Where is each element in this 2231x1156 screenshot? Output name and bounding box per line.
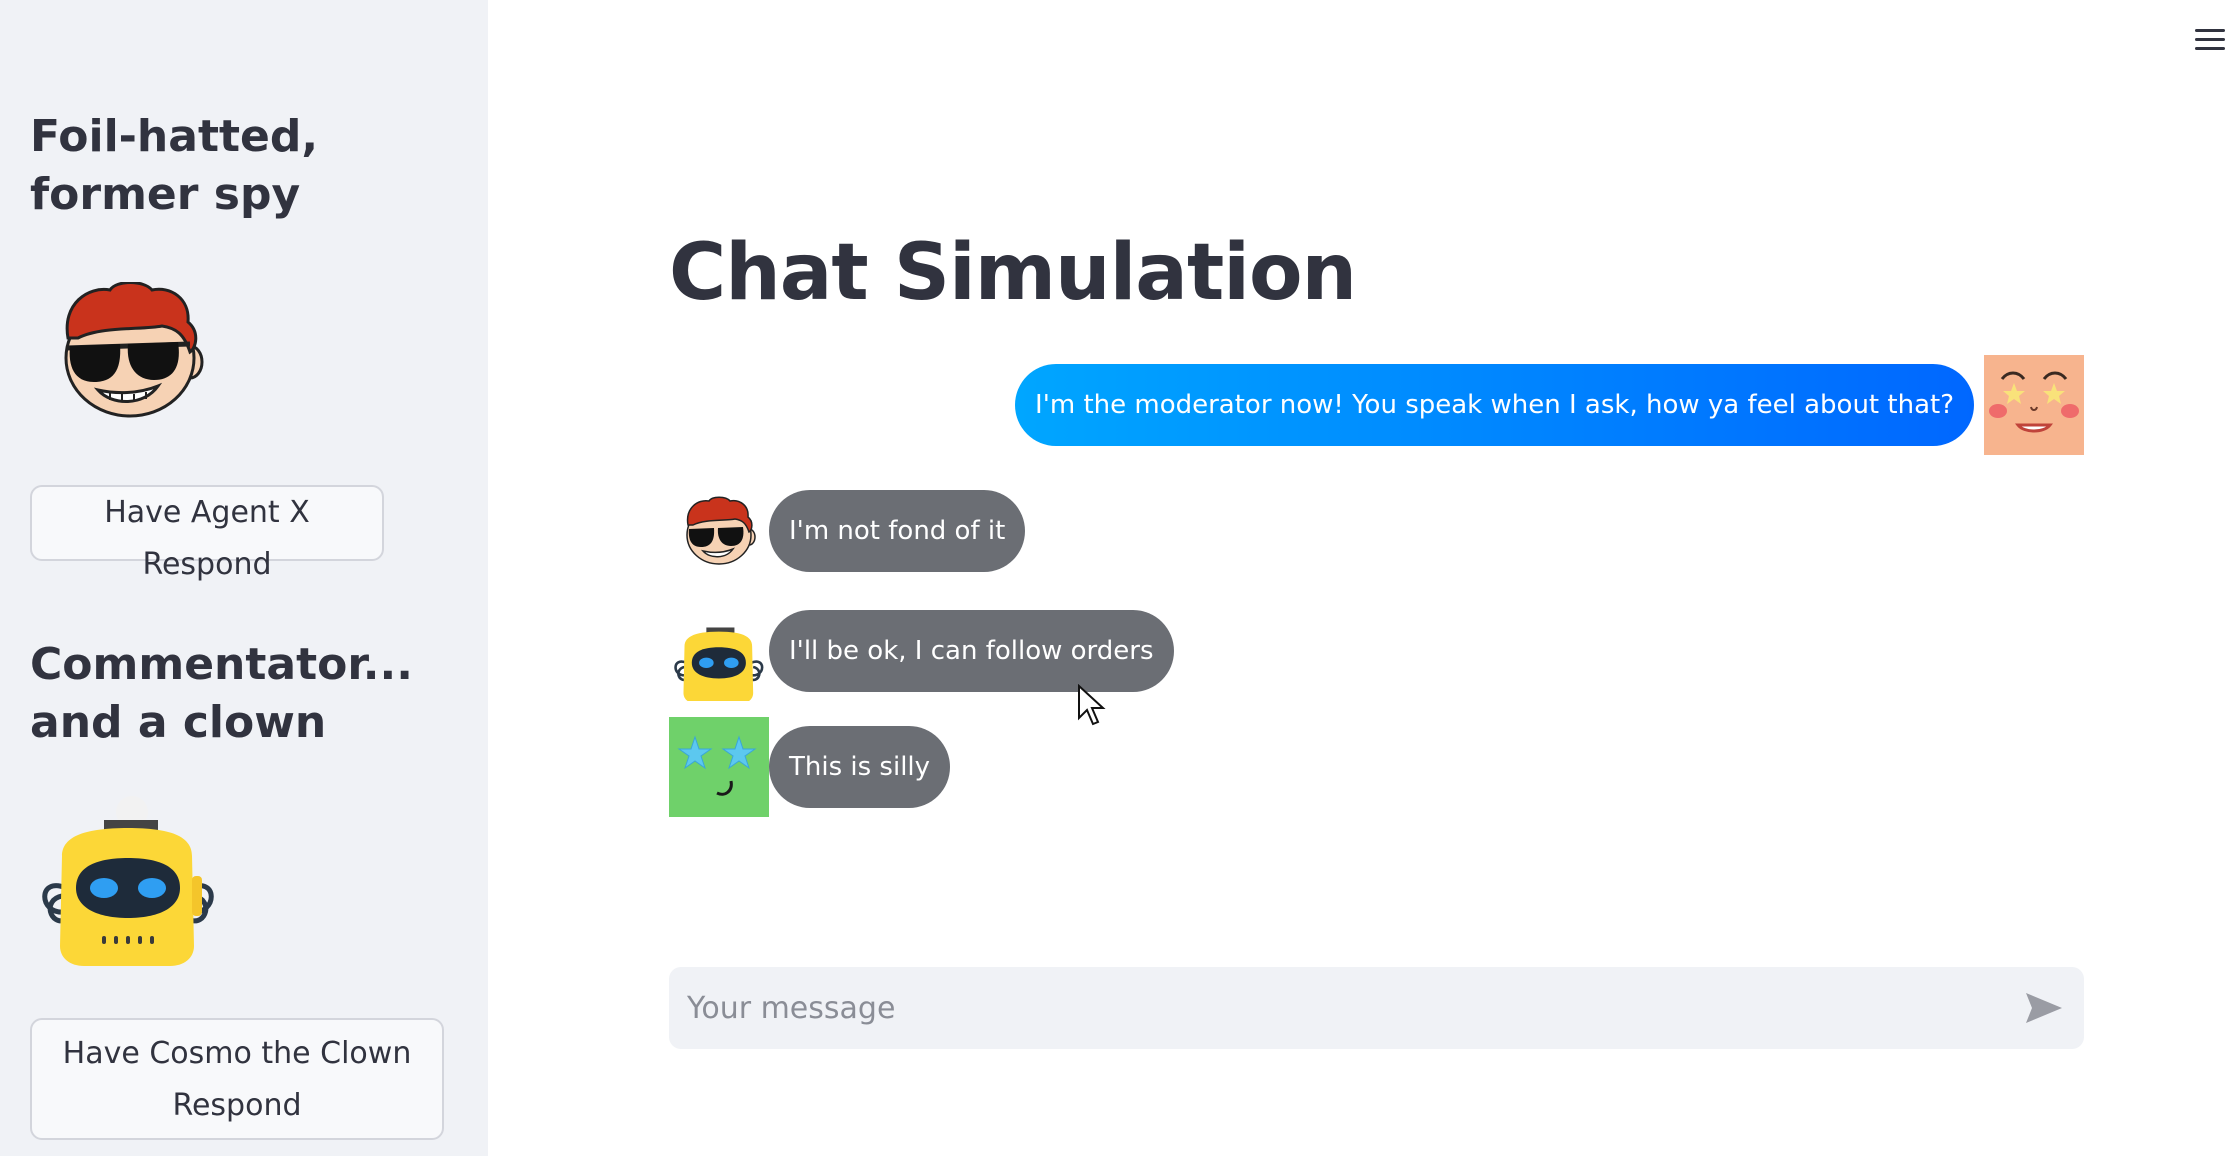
hamburger-menu-icon[interactable] <box>2195 22 2229 56</box>
chat-input-container[interactable] <box>669 967 2084 1049</box>
cosmo-clown-respond-button[interactable]: Have Cosmo the Clown Respond <box>30 1018 444 1140</box>
message-bubble: I'll be ok, I can follow orders <box>769 610 1174 692</box>
green-star-eyes-avatar-icon <box>669 717 769 817</box>
agent-2-title: Commentator... and a clown <box>30 639 413 748</box>
mouse-cursor-icon <box>1077 683 1107 733</box>
agent-1-title: Foil-hatted, former spy <box>30 111 319 220</box>
yellow-robot-avatar-icon <box>36 796 220 973</box>
message-input[interactable] <box>687 990 2022 1026</box>
agent-x-respond-button[interactable]: Have Agent X Respond <box>30 485 384 582</box>
spy-sunglasses-avatar-icon <box>669 481 769 581</box>
yellow-robot-avatar-icon <box>669 601 769 704</box>
message-bubble: I'm the moderator now! You speak when I … <box>1015 364 1974 446</box>
chat-message-agent: I'm not fond of it <box>669 481 1026 581</box>
message-bubble: I'm not fond of it <box>769 490 1026 572</box>
sidebar: Foil-hatted, former spy Have Agent X Res… <box>0 0 488 1156</box>
chat-message-agent: This is silly <box>669 717 951 817</box>
spy-sunglasses-avatar-icon <box>58 281 204 427</box>
peach-star-eyes-avatar-icon <box>1984 355 2084 455</box>
page-title: Chat Simulation <box>669 228 1357 318</box>
message-bubble: This is silly <box>769 726 951 808</box>
chat-message-user: I'm the moderator now! You speak when I … <box>1015 355 2084 455</box>
send-arrow-icon[interactable] <box>2022 986 2066 1030</box>
